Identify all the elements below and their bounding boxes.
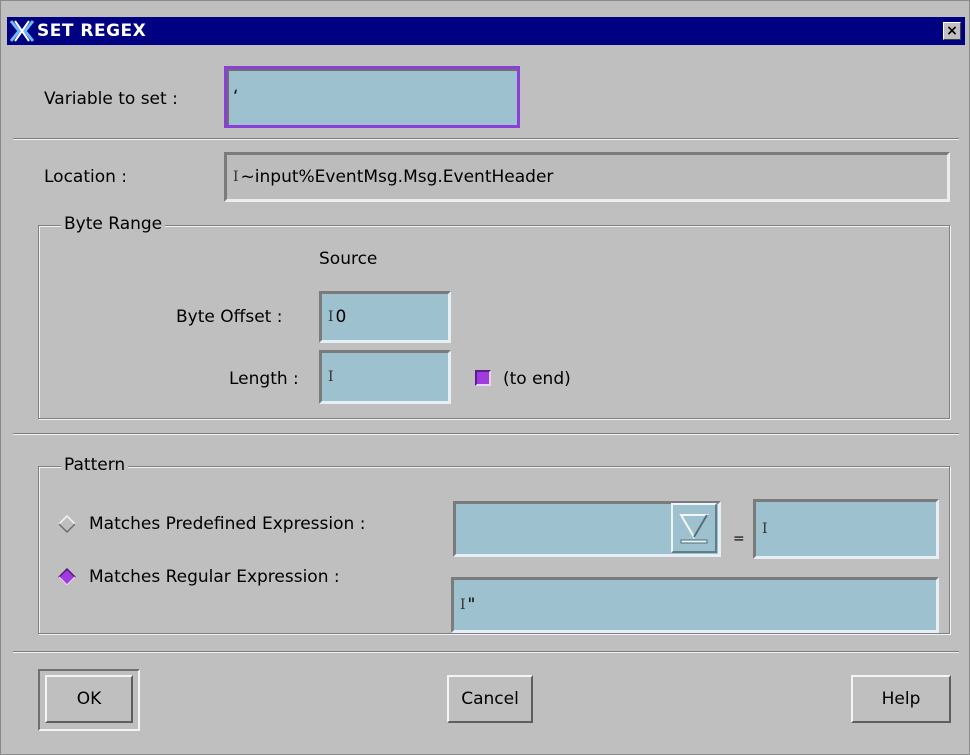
byte-offset-value: 0	[335, 307, 347, 327]
text-cursor-icon: I	[233, 169, 239, 185]
byte-offset-input[interactable]: I 0	[319, 291, 451, 343]
source-heading: Source	[319, 249, 378, 269]
length-label: Length :	[229, 369, 299, 389]
regex-radio[interactable]	[58, 568, 76, 586]
separator-bottom	[13, 651, 959, 653]
regex-label: Matches Regular Expression :	[89, 567, 340, 587]
location-label: Location :	[44, 167, 128, 187]
text-cursor-icon: I	[328, 369, 334, 385]
predefined-label: Matches Predefined Expression :	[89, 514, 366, 534]
variable-label: Variable to set :	[44, 89, 178, 109]
x-logo-icon	[7, 17, 37, 45]
location-field[interactable]: I ~input%EventMsg.Msg.EventHeader	[224, 152, 950, 202]
window-title: SET REGEX	[37, 21, 147, 41]
cancel-button[interactable]: Cancel	[447, 675, 533, 723]
length-input[interactable]: I	[319, 350, 451, 404]
equals-label: =	[733, 531, 745, 547]
regex-value: "	[467, 595, 476, 615]
variable-input[interactable]: ‘	[224, 66, 520, 128]
text-cursor-icon: I	[460, 597, 466, 613]
title-bar[interactable]: SET REGEX ×	[7, 17, 965, 45]
pattern-legend: Pattern	[61, 455, 129, 475]
close-icon[interactable]: ×	[943, 22, 961, 40]
set-regex-dialog: SET REGEX × Variable to set : ‘ Location…	[0, 0, 970, 755]
separator-middle	[13, 433, 959, 435]
to-end-checkbox[interactable]	[475, 370, 491, 386]
predefined-value-input[interactable]: I	[753, 499, 939, 559]
to-end-label: (to end)	[503, 369, 571, 389]
separator-top	[13, 138, 959, 140]
byte-offset-label: Byte Offset :	[176, 307, 283, 327]
variable-value: ‘	[233, 87, 239, 107]
text-cursor-icon: I	[328, 309, 334, 325]
location-value: ~input%EventMsg.Msg.EventHeader	[240, 167, 554, 187]
triangle-down-icon[interactable]	[671, 503, 717, 553]
byte-range-legend: Byte Range	[61, 214, 166, 234]
help-button[interactable]: Help	[851, 675, 951, 723]
regex-input[interactable]: I "	[451, 577, 939, 633]
byte-range-group: Byte Range	[38, 214, 950, 419]
ok-button[interactable]: OK	[45, 675, 133, 723]
text-cursor-icon: I	[762, 521, 768, 537]
predefined-radio[interactable]	[58, 515, 76, 533]
